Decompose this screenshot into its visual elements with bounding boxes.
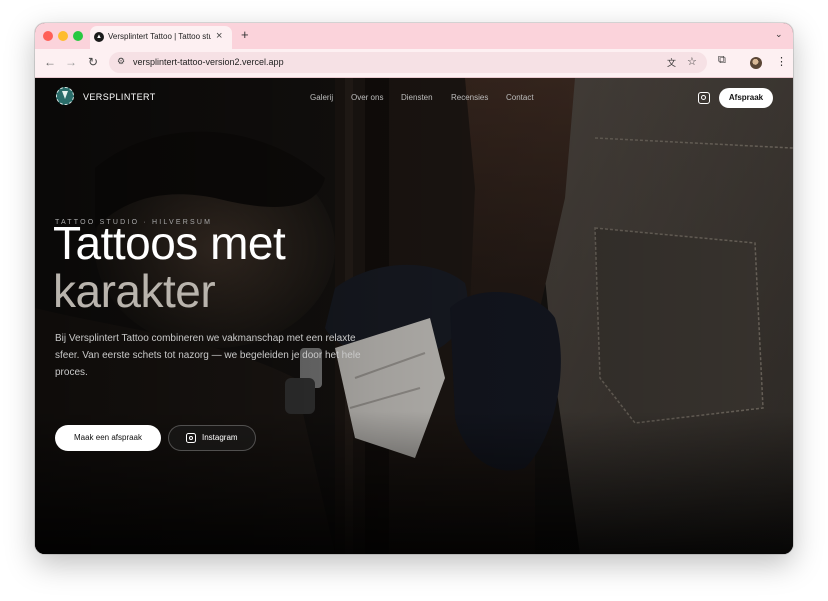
- site-info-icon[interactable]: ⚙: [117, 56, 125, 67]
- maak-afspraak-button[interactable]: Maak een afspraak: [55, 425, 161, 451]
- minimize-window-button[interactable]: [58, 31, 68, 41]
- nav-diensten[interactable]: Diensten: [401, 93, 433, 102]
- tab-strip: ▲ Versplintert Tattoo | Tattoo studio × …: [35, 23, 793, 49]
- close-window-button[interactable]: [43, 31, 53, 41]
- tab-search-icon[interactable]: ⌄: [775, 29, 783, 40]
- hero-title-line-2: karakter: [53, 265, 216, 317]
- hero-title-line-1: Tattoos met: [53, 217, 286, 269]
- nav-recensies[interactable]: Recensies: [451, 93, 488, 102]
- triangle-icon: ▲: [94, 32, 104, 42]
- afspraak-button[interactable]: Afspraak: [719, 88, 773, 108]
- hero-lead: Bij Versplintert Tattoo combineren we va…: [55, 333, 361, 378]
- browser-window: ▲ Versplintert Tattoo | Tattoo studio × …: [35, 23, 793, 554]
- logo-icon[interactable]: [56, 87, 74, 105]
- instagram-icon: [186, 433, 196, 443]
- tab-title: Versplintert Tattoo | Tattoo studio: [108, 32, 211, 41]
- browser-toolbar: ← → ↻ ⚙ versplintert-tattoo-version2.ver…: [35, 49, 793, 78]
- instagram-button-label: Instagram: [202, 433, 238, 442]
- translate-icon[interactable]: 文: [667, 56, 676, 69]
- web-page: VERSPLINTERT Galerij Over ons Diensten R…: [35, 78, 793, 554]
- nav-contact[interactable]: Contact: [506, 93, 534, 102]
- kebab-icon[interactable]: ⋮: [776, 55, 787, 68]
- address-bar[interactable]: ⚙ versplintert-tattoo-version2.vercel.ap…: [109, 52, 707, 73]
- nav-over-ons[interactable]: Over ons: [351, 93, 383, 102]
- instagram-button[interactable]: Instagram: [168, 425, 256, 451]
- browser-tab[interactable]: ▲ Versplintert Tattoo | Tattoo studio ×: [90, 26, 232, 49]
- new-tab-icon[interactable]: +: [241, 28, 249, 42]
- reload-icon[interactable]: ↻: [88, 55, 98, 69]
- logo-text[interactable]: VERSPLINTERT: [83, 92, 156, 102]
- url-text[interactable]: versplintert-tattoo-version2.vercel.app: [133, 57, 284, 67]
- forward-icon[interactable]: →: [65, 55, 77, 69]
- close-icon[interactable]: ×: [216, 30, 222, 42]
- star-icon[interactable]: ☆: [687, 55, 697, 68]
- nav-galerij[interactable]: Galerij: [310, 93, 333, 102]
- maximize-window-button[interactable]: [73, 31, 83, 41]
- profile-avatar[interactable]: [750, 57, 762, 69]
- instagram-icon[interactable]: [698, 92, 710, 104]
- extensions-icon[interactable]: ⧉: [718, 54, 726, 67]
- back-icon[interactable]: ←: [44, 55, 56, 69]
